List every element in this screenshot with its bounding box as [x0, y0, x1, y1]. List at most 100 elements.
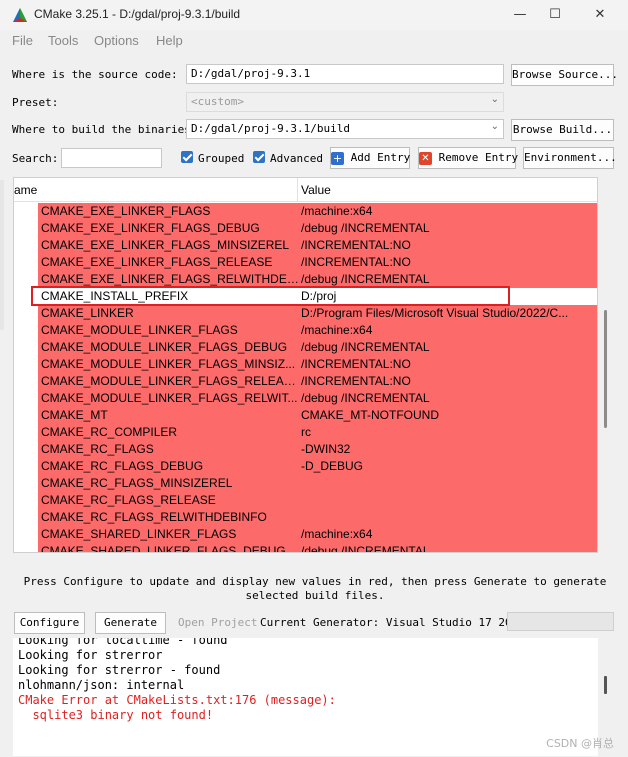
table-row[interactable]: CMAKE_MODULE_LINKER_FLAGS_RELWIT.../debu… [14, 390, 597, 407]
table-row[interactable]: CMAKE_EXE_LINKER_FLAGS_DEBUG/debug /INCR… [14, 220, 597, 237]
build-path-value: D:/gdal/proj-9.3.1/build [191, 122, 350, 135]
row-name: CMAKE_EXE_LINKER_FLAGS [41, 204, 211, 218]
row-value: /debug /INCREMENTAL [301, 391, 430, 405]
menu-file[interactable]: File [12, 33, 33, 48]
table-row[interactable]: CMAKE_SHARED_LINKER_FLAGS/machine:x64 [14, 526, 597, 543]
row-name: CMAKE_RC_FLAGS_RELEASE [41, 493, 216, 507]
search-input[interactable] [61, 148, 162, 168]
output-line: Looking for strerror - found [18, 663, 221, 677]
menu-options[interactable]: Options [94, 33, 139, 48]
add-entry-label: Add Entry [350, 151, 411, 164]
search-label: Search: [12, 152, 59, 165]
row-name: CMAKE_EXE_LINKER_FLAGS_DEBUG [41, 221, 260, 235]
row-value: /INCREMENTAL:NO [301, 357, 411, 371]
table-row[interactable]: CMAKE_RC_FLAGS_MINSIZEREL [14, 475, 597, 492]
row-value: /machine:x64 [301, 204, 373, 218]
cache-table[interactable]: ame Value CMAKE_EXE_LINKER_FLAGS/machine… [13, 177, 598, 553]
table-row[interactable]: CMAKE_RC_FLAGS_RELEASE [14, 492, 597, 509]
row-name: CMAKE_EXE_LINKER_FLAGS_RELEASE [41, 255, 273, 269]
window-title: CMake 3.25.1 - D:/gdal/proj-9.3.1/build [34, 7, 241, 21]
row-value: -DWIN32 [301, 442, 351, 456]
grouped-label: Grouped [198, 152, 245, 165]
row-name: CMAKE_MT [41, 408, 108, 422]
preset-value: <custom> [191, 95, 244, 108]
table-scrollbar[interactable] [604, 310, 607, 428]
row-name: CMAKE_RC_FLAGS_MINSIZEREL [41, 476, 233, 490]
row-value: rc [301, 425, 311, 439]
menu-tools[interactable]: Tools [48, 33, 78, 48]
browse-build-button[interactable]: Browse Build... [511, 119, 614, 141]
table-row[interactable]: CMAKE_MODULE_LINKER_FLAGS/machine:x64 [14, 322, 597, 339]
output-line: Looking for strerror [18, 648, 163, 662]
advanced-checkbox[interactable] [253, 151, 265, 163]
minimize-icon[interactable]: — [509, 4, 531, 26]
output-error-line: CMake Error at CMakeLists.txt:176 (messa… [18, 693, 336, 707]
source-path-input[interactable]: D:/gdal/proj-9.3.1 [186, 64, 504, 84]
row-value: /debug /INCREMENTAL [301, 544, 430, 553]
row-value: /debug /INCREMENTAL [301, 340, 430, 354]
grouped-checkbox[interactable] [181, 151, 193, 163]
table-row[interactable]: CMAKE_EXE_LINKER_FLAGS/machine:x64 [14, 203, 597, 220]
chevron-down-icon: ⌄ [490, 121, 499, 132]
row-value: /machine:x64 [301, 323, 373, 337]
menu-bar: File Tools Options Help [0, 30, 628, 52]
current-generator-label: Current Generator: Visual Studio 17 2022 [260, 616, 525, 629]
maximize-icon[interactable]: ☐ [544, 4, 566, 26]
table-row[interactable]: CMAKE_RC_FLAGS -DWIN32 [14, 441, 597, 458]
row-value: D:/Program Files/Microsoft Visual Studio… [301, 306, 569, 320]
table-row[interactable]: CMAKE_EXE_LINKER_FLAGS_MINSIZEREL/INCREM… [14, 237, 597, 254]
column-header-name[interactable]: ame [14, 183, 37, 197]
remove-entry-label: Remove Entry [438, 151, 519, 164]
row-name: CMAKE_RC_FLAGS_DEBUG [41, 459, 204, 473]
generate-button[interactable]: Generate [95, 612, 166, 634]
row-name: CMAKE_RC_COMPILER [41, 425, 178, 439]
remove-icon: ✕ [419, 151, 432, 165]
remove-entry-button[interactable]: ✕ Remove Entry [418, 147, 519, 169]
table-row[interactable]: CMAKE_MT CMAKE_MT-NOTFOUND [14, 407, 597, 424]
table-header: ame Value [14, 178, 597, 202]
row-value: /INCREMENTAL:NO [301, 238, 411, 252]
output-error-line: sqlite3 binary not found! [18, 708, 214, 722]
highlight-annotation-box [31, 286, 510, 306]
table-row[interactable]: CMAKE_MODULE_LINKER_FLAGS_RELEASE/INCREM… [14, 373, 597, 390]
advanced-label: Advanced [270, 152, 323, 165]
output-log[interactable]: Looking for localtime - found Looking for… [13, 638, 598, 756]
table-row[interactable]: CMAKE_RC_COMPILER rc [14, 424, 597, 441]
row-name: CMAKE_EXE_LINKER_FLAGS_MINSIZEREL [41, 238, 290, 252]
table-row[interactable]: CMAKE_MODULE_LINKER_FLAGS_DEBUG/debug /I… [14, 339, 597, 356]
output-scrollbar[interactable] [604, 676, 607, 694]
row-name: CMAKE_MODULE_LINKER_FLAGS_RELWIT... [41, 391, 298, 405]
table-row[interactable]: CMAKE_RC_FLAGS_RELWITHDEBINFO [14, 509, 597, 526]
chevron-down-icon: ⌄ [490, 94, 499, 105]
menu-help[interactable]: Help [156, 33, 183, 48]
build-path-combo[interactable]: D:/gdal/proj-9.3.1/build ⌄ [186, 119, 504, 139]
background-window-edge [0, 180, 4, 330]
row-name: CMAKE_MODULE_LINKER_FLAGS_MINSIZ... [41, 357, 296, 371]
browse-source-button[interactable]: Browse Source... [511, 64, 618, 86]
preset-label: Preset: [12, 96, 59, 109]
add-entry-button[interactable]: + Add Entry [330, 147, 410, 169]
progress-bar [507, 612, 614, 631]
open-project-button[interactable]: Open Project [178, 616, 257, 629]
row-name: CMAKE_MODULE_LINKER_FLAGS [41, 323, 238, 337]
column-divider [297, 178, 298, 202]
build-label: Where to build the binaries: [12, 123, 198, 136]
column-header-value[interactable]: Value [301, 183, 331, 197]
table-row[interactable]: CMAKE_EXE_LINKER_FLAGS_RELEASE/INCREMENT… [14, 254, 597, 271]
configure-button[interactable]: Configure [14, 612, 85, 634]
configure-hint: Press Configure to update and display ne… [23, 575, 607, 602]
environment-button[interactable]: Environment... [523, 147, 617, 169]
row-value: -D_DEBUG [301, 459, 364, 473]
preset-select[interactable]: <custom> ⌄ [186, 92, 504, 112]
row-value: /INCREMENTAL:NO [301, 374, 411, 388]
close-icon[interactable]: ✕ [589, 4, 611, 26]
row-name: CMAKE_RC_FLAGS_RELWITHDEBINFO [41, 510, 267, 524]
row-value: /debug /INCREMENTAL [301, 221, 430, 235]
table-row[interactable]: CMAKE_LINKER D:/Program Files/Microsoft V… [14, 305, 597, 322]
output-line: nlohmann/json: internal [18, 678, 185, 692]
table-row[interactable]: CMAKE_MODULE_LINKER_FLAGS_MINSIZ... /INCR… [14, 356, 597, 373]
table-row[interactable]: CMAKE_RC_FLAGS_DEBUG -D_DEBUG [14, 458, 597, 475]
row-name: CMAKE_EXE_LINKER_FLAGS_RELWITHDEB... [41, 272, 299, 286]
table-row[interactable]: CMAKE_SHARED_LINKER_FLAGS_DEBUG/debug /I… [14, 543, 597, 553]
row-name: CMAKE_RC_FLAGS [41, 442, 154, 456]
